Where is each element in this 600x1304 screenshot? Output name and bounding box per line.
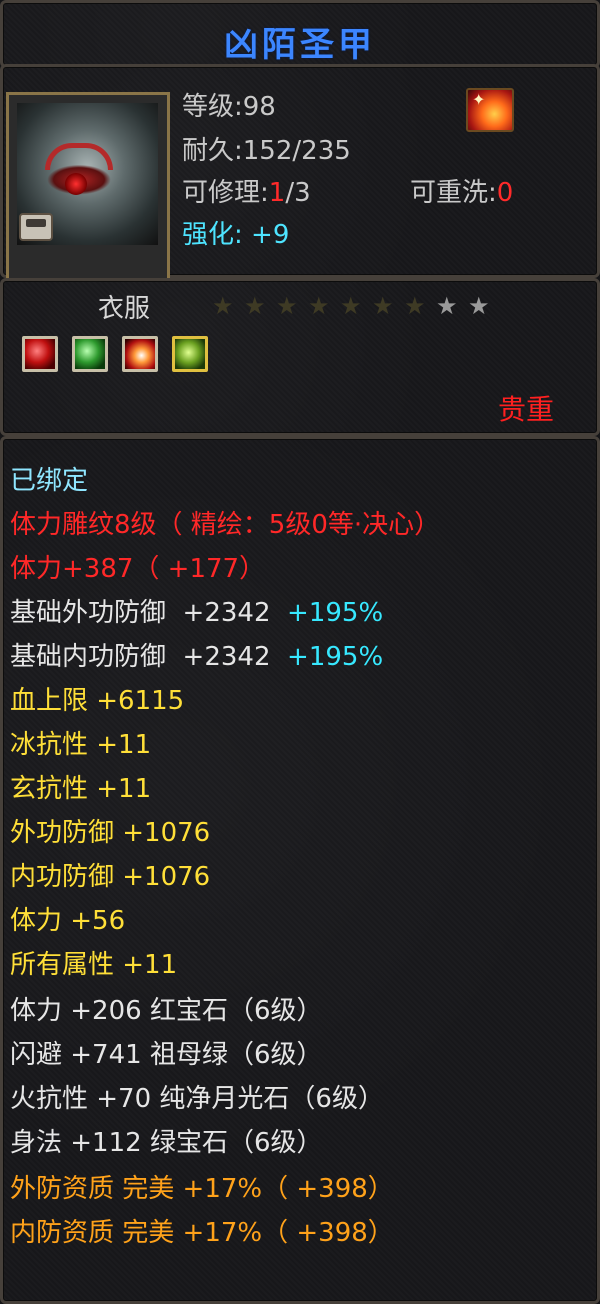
rewash-label: 可重洗: [410,178,497,208]
star-icon: ★ [212,292,234,320]
bound-status: 已绑定 [10,466,89,496]
durability-value: 152/235 [242,136,351,166]
repair-current: 1 [268,178,286,208]
fire-gem-icon[interactable] [122,336,158,372]
all-attr-line: 所有属性 +11 [10,950,178,980]
repair-label: 可修理: [182,178,269,208]
fire-effect-icon[interactable] [466,88,514,132]
int-quality-line: 内防资质 完美 +17%（ +398） [10,1218,394,1248]
base-ext-def-value: +2342 [182,598,271,628]
star-icon: ★ [436,292,458,320]
gem-dodge-line: 闪避 +741 祖母绿（6级） [10,1040,323,1070]
star-icon: ★ [308,292,330,320]
base-ext-def-pct: +195% [287,598,384,628]
repair-row: 可修理:1/3 [182,178,311,208]
level-value: 98 [242,92,276,122]
enhance-value: +9 [251,220,290,250]
emerald-gem-icon[interactable] [72,336,108,372]
rarity-label: 贵重 [498,393,555,426]
gem-fire-line: 火抗性 +70 纯净月光石（6级） [10,1084,384,1114]
rewash-row: 可重洗:0 [410,178,513,208]
ext-quality-line: 外防资质 完美 +17%（ +398） [10,1174,394,1204]
anvil-icon [19,213,53,241]
durability-row: 耐久:152/235 [182,136,351,166]
star-icon: ★ [468,292,490,320]
item-title-bar: 凶陌圣甲 [0,0,600,68]
enhance-label: 强化: [182,220,243,250]
level-row: 等级:98 [182,92,276,122]
hp-max-line: 血上限 +6115 [10,686,185,716]
enhance-row: 强化: +9 [182,220,289,250]
star-icon: ★ [372,292,394,320]
base-int-def-name: 基础内功防御 [10,642,167,672]
int-def-line: 内功防御 +1076 [10,862,211,892]
gem-agility-line: 身法 +112 绿宝石（6级） [10,1128,323,1158]
jade-gem-icon[interactable] [172,336,208,372]
engraving-line: 体力雕纹8级（ 精绘：5级0等·决心） [10,510,441,540]
item-name: 凶陌圣甲 [224,25,376,65]
ext-def-line: 外功防御 +1076 [10,818,211,848]
ice-res-line: 冰抗性 +11 [10,730,152,760]
engraving-stat-line: 体力+387（ +177） [10,554,266,584]
star-icon: ★ [244,292,266,320]
star-icon: ★ [276,292,298,320]
ruby-gem-icon[interactable] [22,336,58,372]
base-int-def-value: +2342 [182,642,271,672]
base-int-def-line: 基础内功防御 +2342 +195% [10,642,383,672]
item-type-label: 衣服 [98,294,151,324]
mystic-res-line: 玄抗性 +11 [10,774,152,804]
gem-stamina-line: 体力 +206 红宝石（6级） [10,996,323,1026]
level-label: 等级: [182,92,243,122]
base-int-def-pct: +195% [287,642,384,672]
base-ext-def-line: 基础外功防御 +2342 +195% [10,598,383,628]
repair-max: /3 [285,178,311,208]
base-ext-def-name: 基础外功防御 [10,598,167,628]
stamina-line: 体力 +56 [10,906,126,936]
durability-label: 耐久: [182,136,243,166]
star-icon: ★ [404,292,426,320]
rewash-value: 0 [496,178,514,208]
star-icon: ★ [340,292,362,320]
